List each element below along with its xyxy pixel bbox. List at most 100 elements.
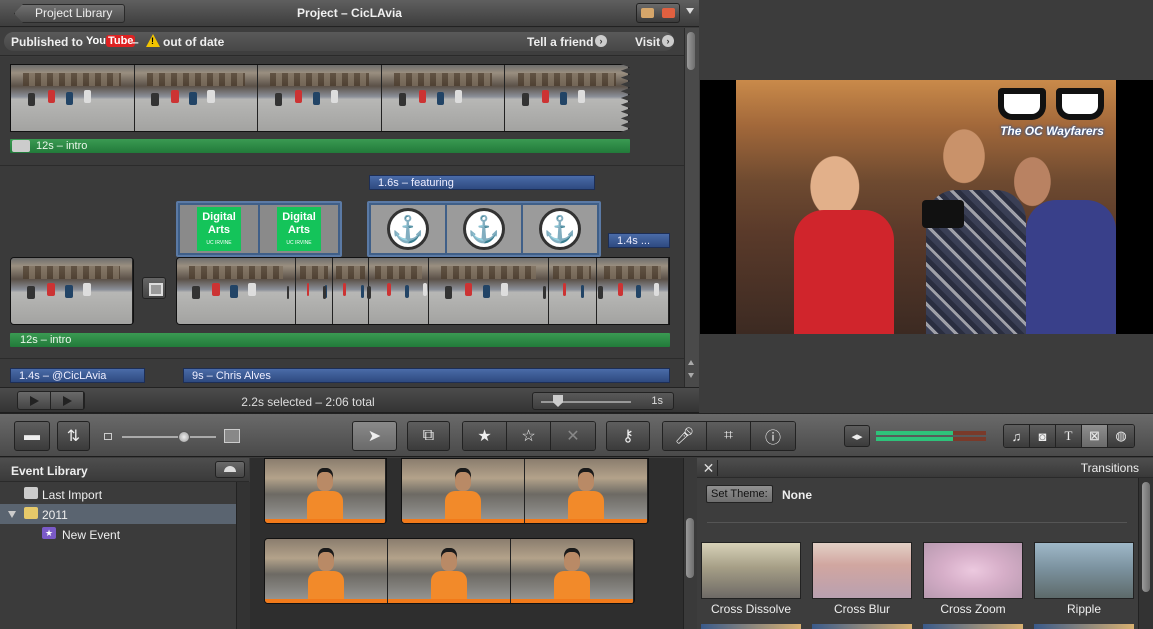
event-item-2011[interactable]: 2011 bbox=[0, 504, 236, 524]
video-preview[interactable]: The OC Wayfarers bbox=[700, 80, 1153, 334]
person bbox=[307, 471, 343, 523]
project-titlebar: Project Library Project – CicLAvia bbox=[0, 0, 699, 27]
transitions-title: Transitions bbox=[1080, 461, 1139, 475]
reject-button[interactable]: ✕ bbox=[551, 422, 595, 450]
video-clip-skater[interactable] bbox=[10, 257, 134, 325]
scrollbar-thumb[interactable] bbox=[686, 518, 694, 578]
select-tool-button[interactable]: ➤ bbox=[352, 421, 397, 451]
browser-toggle-group: ♫ ◙ T ⊠ ◍ bbox=[1003, 424, 1135, 448]
slider-knob[interactable] bbox=[178, 431, 190, 443]
large-thumbnail-icon bbox=[224, 429, 240, 443]
anchor-frame: ⚓ bbox=[371, 205, 445, 253]
event-library-scrollbar[interactable] bbox=[236, 482, 250, 629]
edit-tools-group: 🎤︎ ⌗ ⓘ bbox=[662, 421, 796, 451]
slider-knob[interactable] bbox=[553, 395, 563, 407]
disclosure-triangle-icon[interactable] bbox=[8, 511, 16, 518]
transitions-browser-button[interactable]: ⊠ bbox=[1082, 425, 1108, 447]
visit-arrow-icon[interactable]: › bbox=[662, 35, 674, 47]
event-item-last-import[interactable]: Last Import bbox=[0, 484, 236, 504]
clip-used-marker bbox=[265, 519, 385, 523]
clip-duration-slider[interactable]: 1s bbox=[532, 392, 674, 410]
event-clip-group[interactable] bbox=[264, 458, 387, 524]
youtube-logo: You Tube bbox=[86, 35, 136, 47]
transition-cross-blur[interactable]: Cross Blur bbox=[812, 542, 912, 616]
eject-button[interactable] bbox=[215, 461, 245, 478]
duration-label: 1s bbox=[651, 395, 663, 407]
timeline-scrollbar[interactable] bbox=[684, 28, 699, 387]
transition-thumbnail-partial[interactable] bbox=[701, 624, 801, 629]
clip-frame bbox=[548, 258, 598, 324]
event-frame bbox=[388, 539, 511, 603]
project-timeline[interactable]: 12s – intro 1.6s – featuring Digital Arts… bbox=[0, 57, 684, 387]
x-icon: ✕ bbox=[566, 428, 580, 445]
event-clip-interview-2[interactable] bbox=[264, 538, 635, 604]
event-item-label: New Event bbox=[62, 528, 121, 542]
transitions-scrollbar[interactable] bbox=[1138, 478, 1153, 629]
transition-cross-dissolve[interactable]: Cross Dissolve bbox=[701, 542, 801, 616]
event-clip-interview-1[interactable] bbox=[401, 458, 649, 524]
title-label: 1.4s ... bbox=[617, 235, 651, 247]
dropdown-arrow-icon[interactable] bbox=[686, 8, 694, 14]
inspector-button[interactable]: ⓘ bbox=[751, 422, 795, 450]
title-bar-chris-alves[interactable]: 9s – Chris Alves bbox=[183, 368, 670, 383]
transition-thumbnail-partial[interactable] bbox=[1034, 624, 1134, 629]
comments-button[interactable] bbox=[636, 3, 680, 23]
film-icon bbox=[24, 487, 38, 499]
transitions-panel: ✕ Transitions Set Theme: None Cross Diss… bbox=[697, 458, 1153, 629]
title-bar-featuring[interactable]: 1.6s – featuring bbox=[369, 175, 595, 190]
alert-bubble-icon bbox=[662, 8, 675, 18]
clip-frame bbox=[505, 65, 629, 131]
event-library-title: Event Library bbox=[11, 464, 88, 478]
imovie-window: Project Library Project – CicLAvia Publi… bbox=[0, 0, 1153, 629]
scrollbar-thumb[interactable] bbox=[687, 32, 695, 70]
transition-cross-zoom[interactable]: Cross Zoom bbox=[923, 542, 1023, 616]
tell-a-friend-link[interactable]: Tell a friend bbox=[527, 35, 593, 49]
transition-icon[interactable] bbox=[142, 277, 166, 299]
digital-arts-logo: Digital Arts UC IRVINE bbox=[197, 207, 241, 251]
tell-friend-arrow-icon[interactable]: › bbox=[595, 35, 607, 47]
close-icon[interactable]: ✕ bbox=[700, 460, 718, 476]
clip-frame bbox=[597, 258, 669, 324]
clip-frame bbox=[11, 258, 133, 324]
photo-browser-button[interactable]: ◙ bbox=[1030, 425, 1056, 447]
video-clip-street[interactable] bbox=[176, 257, 670, 325]
scroll-up-icon[interactable] bbox=[688, 360, 694, 365]
add-to-project-button[interactable]: ⧉ bbox=[407, 421, 450, 451]
title-bar-ciclavia[interactable]: 1.4s – @CicLAvia bbox=[10, 368, 145, 383]
project-library-button[interactable]: Project Library bbox=[14, 4, 126, 23]
digital-arts-title[interactable]: Digital Arts UC IRVINE Digital Arts UC IRVIN… bbox=[176, 201, 342, 257]
scroll-down-icon[interactable] bbox=[688, 373, 694, 378]
voiceover-button[interactable]: 🎤︎ bbox=[663, 422, 707, 450]
anchor-frame: ⚓ bbox=[523, 205, 597, 253]
event-item-new-event[interactable]: ★ New Event bbox=[0, 524, 236, 544]
set-theme-button[interactable]: Set Theme: bbox=[706, 485, 773, 503]
anchor-title[interactable]: ⚓ ⚓ ⚓ bbox=[367, 201, 601, 257]
gear-icon[interactable] bbox=[12, 140, 30, 152]
digital-arts-line2: Arts bbox=[287, 224, 310, 236]
favorite-button[interactable]: ★ bbox=[463, 422, 507, 450]
scrollbar-thumb[interactable] bbox=[1142, 482, 1150, 592]
clip-frame bbox=[177, 258, 297, 324]
transition-ripple[interactable]: Ripple bbox=[1034, 542, 1134, 616]
maps-browser-button[interactable]: ◍ bbox=[1108, 425, 1134, 447]
swap-events-projects-button[interactable]: ⇅ bbox=[57, 421, 90, 451]
row-separator bbox=[0, 358, 684, 359]
unmark-button[interactable]: ☆ bbox=[507, 422, 551, 450]
transition-thumbnail-partial[interactable] bbox=[812, 624, 912, 629]
visit-link[interactable]: Visit bbox=[635, 35, 660, 49]
title-bar-short[interactable]: 1.4s ... bbox=[608, 233, 670, 248]
camera-import-button[interactable]: ▬ bbox=[14, 421, 50, 451]
transition-thumbnail-partial[interactable] bbox=[923, 624, 1023, 629]
crop-button[interactable]: ⌗ bbox=[707, 422, 751, 450]
music-browser-button[interactable]: ♫ bbox=[1004, 425, 1030, 447]
published-to-label: Published to bbox=[11, 35, 83, 49]
clip-frame bbox=[258, 65, 382, 131]
thumbnail-size-slider[interactable] bbox=[104, 429, 240, 443]
video-clip-intro-1[interactable] bbox=[10, 64, 630, 132]
audio-track-intro-2[interactable]: 12s – intro bbox=[10, 333, 670, 347]
titles-browser-button[interactable]: T bbox=[1056, 425, 1082, 447]
event-browser[interactable] bbox=[250, 458, 683, 629]
keyword-button[interactable]: ⚷ bbox=[606, 421, 650, 451]
audio-adjust-button[interactable]: ◂▸ bbox=[844, 425, 870, 447]
audio-track-intro-1[interactable]: 12s – intro bbox=[10, 139, 630, 153]
